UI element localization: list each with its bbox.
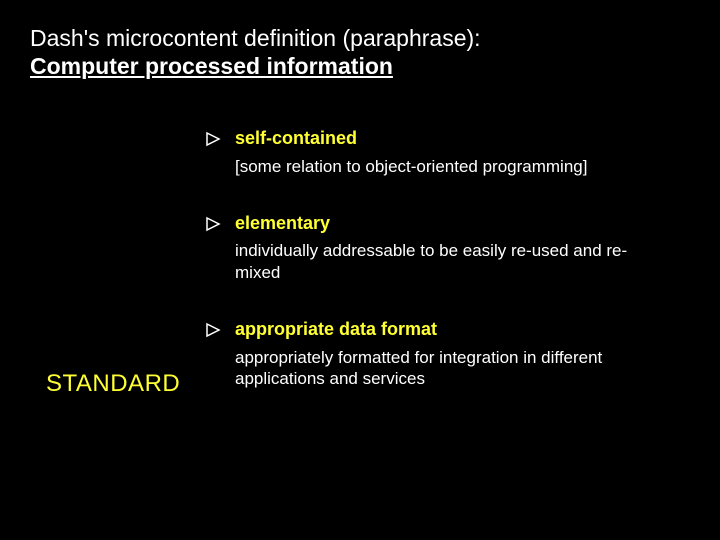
bullet-item: appropriate data format appropriately fo… — [205, 319, 685, 389]
bullet-item: elementary individually addressable to b… — [205, 213, 685, 283]
bullet-list: self-contained [some relation to object-… — [205, 128, 685, 425]
bullet-desc: individually addressable to be easily re… — [235, 240, 645, 283]
slide: Dash's microcontent definition (paraphra… — [0, 0, 720, 540]
bullet-desc: [some relation to object-oriented progra… — [235, 156, 645, 177]
bullet-title: appropriate data format — [235, 319, 437, 341]
slide-header: Dash's microcontent definition (paraphra… — [30, 24, 690, 80]
play-triangle-icon — [205, 322, 221, 338]
play-triangle-icon — [205, 216, 221, 232]
bullet-title: elementary — [235, 213, 330, 235]
bullet-desc: appropriately formatted for integration … — [235, 347, 645, 390]
play-triangle-icon — [205, 131, 221, 147]
bullet-row: elementary — [205, 213, 685, 235]
bullet-row: appropriate data format — [205, 319, 685, 341]
bullet-row: self-contained — [205, 128, 685, 150]
bullet-item: self-contained [some relation to object-… — [205, 128, 685, 177]
standard-label: STANDARD — [46, 370, 180, 398]
slide-subtitle: Computer processed information — [30, 53, 690, 80]
bullet-title: self-contained — [235, 128, 357, 150]
slide-title: Dash's microcontent definition (paraphra… — [30, 24, 690, 53]
